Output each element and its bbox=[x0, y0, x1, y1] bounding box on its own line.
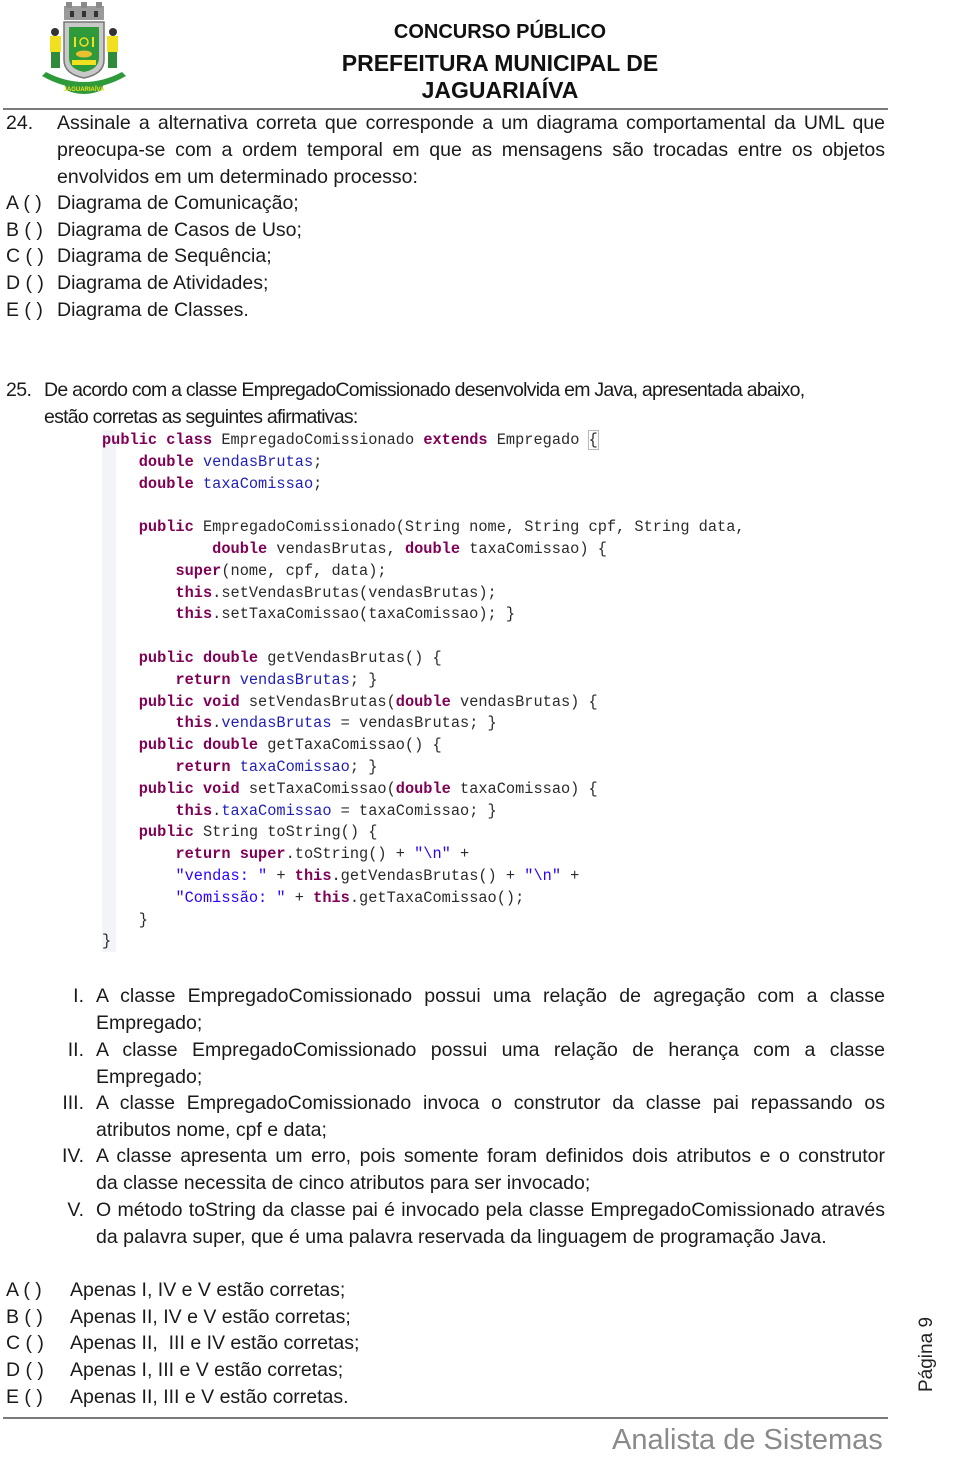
question-text-line: De acordo com a classe EmpregadoComissio… bbox=[44, 379, 805, 401]
statement-text: da palavra super, que é uma palavra rese… bbox=[96, 1226, 827, 1248]
header-contest-title: CONCURSO PÚBLICO bbox=[393, 21, 607, 43]
statement-text: atributos nome, cpf e data; bbox=[96, 1119, 327, 1141]
code-line: this.setTaxaComissao(taxaComissao); } bbox=[175, 605, 516, 624]
code-line: public class EmpregadoComissionado exten… bbox=[102, 430, 599, 450]
code-line: public void setVendasBrutas(double venda… bbox=[138, 692, 598, 711]
code-line: public EmpregadoComissionado(String nome… bbox=[138, 518, 745, 537]
code-line: } bbox=[102, 932, 112, 951]
option-text: Apenas II, III e V estão corretas. bbox=[70, 1386, 349, 1408]
statement-text: A classe EmpregadoComissionado possui um… bbox=[96, 985, 885, 1007]
option-letter: D ( ) bbox=[6, 1359, 44, 1381]
code-line: ​ bbox=[102, 495, 745, 517]
option-text: Apenas I, IV e V estão corretas; bbox=[70, 1279, 346, 1301]
java-code-snippet: public class EmpregadoComissionado exten… bbox=[102, 430, 745, 955]
code-line: public String toString() { bbox=[138, 823, 378, 842]
statement-number: V. bbox=[67, 1199, 84, 1221]
statement-text: A classe apresenta um erro, pois somente… bbox=[96, 1145, 885, 1167]
option-text: Apenas II, III e IV estão corretas; bbox=[70, 1332, 360, 1354]
header-prefecture-title: PREFEITURA MUNICIPAL DE JAGUARIAÍVA bbox=[341, 50, 659, 103]
statement-text: A classe EmpregadoComissionado invoca o … bbox=[96, 1092, 885, 1114]
code-lines: public class EmpregadoComissionado exten… bbox=[102, 430, 745, 953]
code-line: ​ bbox=[102, 626, 745, 648]
option-text: Diagrama de Casos de Uso; bbox=[57, 219, 302, 241]
statement-text: O método toString da classe pai é invoca… bbox=[96, 1199, 885, 1221]
option-text: Diagrama de Sequência; bbox=[57, 245, 272, 267]
code-line: return taxaComissao; } bbox=[175, 757, 378, 776]
page-header: JAGUARIAÍVA CONCURSO PÚBLICO PREFEITURA … bbox=[0, 0, 960, 108]
code-line: double taxaComissao; bbox=[138, 474, 323, 493]
code-line: return super.toString() + "\n" + bbox=[175, 845, 470, 864]
question-text-line: Assinale a alternativa correta que corre… bbox=[57, 112, 885, 134]
footer-exam-role: Analista de Sistemas bbox=[612, 1424, 883, 1456]
question-number: 24. bbox=[6, 112, 34, 134]
option-letter: C ( ) bbox=[6, 245, 44, 267]
statement-number: I. bbox=[73, 985, 84, 1007]
crest-text: JAGUARIAÍVA bbox=[64, 85, 106, 93]
option-letter: E ( ) bbox=[6, 1386, 43, 1408]
statement-number: IV. bbox=[61, 1145, 84, 1167]
option-letter: B ( ) bbox=[6, 219, 43, 241]
option-letter: A ( ) bbox=[6, 192, 42, 214]
question-text-line: preocupa-se com a ordem temporal em que … bbox=[57, 139, 885, 161]
code-line: double vendasBrutas; bbox=[138, 452, 323, 471]
option-text: Diagrama de Comunicação; bbox=[57, 192, 299, 214]
option-letter: B ( ) bbox=[6, 1306, 43, 1328]
statement-text: Empregado; bbox=[96, 1066, 203, 1088]
code-line: "Comissão: " + this.getTaxaComissao(); bbox=[175, 888, 525, 907]
code-line: public double getTaxaComissao() { bbox=[138, 736, 442, 755]
option-letter: D ( ) bbox=[6, 272, 44, 294]
statement-text: da classe necessita de cinco atributos p… bbox=[96, 1172, 591, 1194]
footer-divider bbox=[3, 1417, 888, 1419]
code-line: public double getVendasBrutas() { bbox=[138, 648, 442, 667]
code-line: public void setTaxaComissao(double taxaC… bbox=[138, 779, 598, 798]
statement-text: Empregado; bbox=[96, 1012, 203, 1034]
option-text: Apenas I, III e V estão corretas; bbox=[70, 1359, 344, 1381]
option-text: Diagrama de Classes. bbox=[57, 299, 249, 321]
option-text: Apenas II, IV e V estão corretas; bbox=[70, 1306, 351, 1328]
question-text-line: envolvidos em um determinado processo: bbox=[57, 166, 418, 188]
option-letter: E ( ) bbox=[6, 299, 43, 321]
code-line: return vendasBrutas; } bbox=[175, 670, 378, 689]
question-text-line: estão corretas as seguintes afirmativas: bbox=[44, 406, 358, 428]
option-text: Diagrama de Atividades; bbox=[57, 272, 269, 294]
question-number: 25. bbox=[6, 379, 32, 401]
code-line: this.taxaComissao = taxaComissao; } bbox=[175, 801, 497, 820]
statement-number: III. bbox=[62, 1092, 84, 1114]
code-line: double vendasBrutas, double taxaComissao… bbox=[212, 539, 607, 558]
code-line: this.setVendasBrutas(vendasBrutas); bbox=[175, 583, 497, 602]
statement-text: A classe EmpregadoComissionado possui um… bbox=[96, 1039, 885, 1061]
code-line: super(nome, cpf, data); bbox=[175, 561, 387, 580]
code-line: } bbox=[102, 910, 148, 929]
code-line: "vendas: " + this.getVendasBrutas() + "\… bbox=[175, 866, 580, 885]
code-line: this.vendasBrutas = vendasBrutas; } bbox=[175, 714, 497, 733]
page-number: Página 9 bbox=[916, 1316, 937, 1392]
option-letter: C ( ) bbox=[6, 1332, 44, 1354]
statement-number: II. bbox=[67, 1039, 84, 1061]
option-letter: A ( ) bbox=[6, 1279, 42, 1301]
coat-of-arms-icon: JAGUARIAÍVA bbox=[42, 2, 126, 94]
